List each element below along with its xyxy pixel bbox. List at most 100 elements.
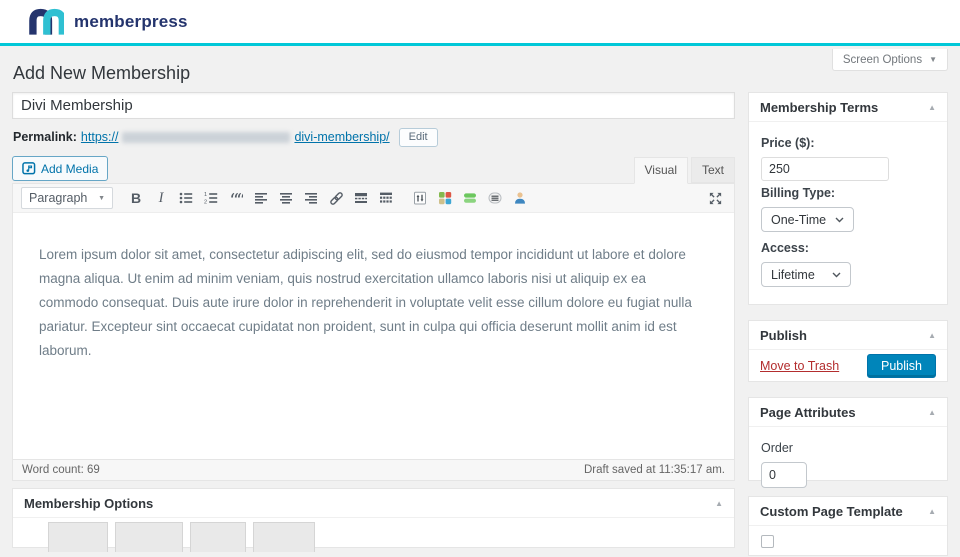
page-attributes-header[interactable]: Page Attributes ▲ xyxy=(749,398,947,427)
page-attributes-title: Page Attributes xyxy=(760,404,856,420)
editor-mode-tabs: Visual Text xyxy=(12,157,735,184)
permalink-slug[interactable]: divi-membership/ xyxy=(294,130,389,144)
italic-button[interactable]: I xyxy=(150,187,172,209)
membership-options-title: Membership Options xyxy=(24,495,154,511)
bullet-list-button[interactable] xyxy=(175,187,197,209)
billing-type-label: Billing Type: xyxy=(761,186,836,200)
collapse-icon[interactable]: ▲ xyxy=(928,507,936,516)
collapse-icon[interactable]: ▲ xyxy=(715,499,723,508)
access-select[interactable]: Lifetime xyxy=(761,262,851,287)
move-to-trash-link[interactable]: Move to Trash xyxy=(760,359,839,373)
custom-page-template-header[interactable]: Custom Page Template ▲ xyxy=(749,497,947,526)
bullet-list-icon xyxy=(179,192,193,204)
italic-icon: I xyxy=(158,189,164,206)
membership-options-tab[interactable] xyxy=(48,522,108,552)
chevron-down-icon xyxy=(835,217,844,222)
billing-type-value: One-Time xyxy=(771,212,827,227)
permalink-redacted-domain xyxy=(122,131,291,143)
membership-options-tab[interactable] xyxy=(253,522,315,552)
post-title-input[interactable] xyxy=(12,92,735,119)
user-icon xyxy=(515,192,525,204)
chevron-down-icon: ▼ xyxy=(929,55,937,64)
memberpress-shortcode-buttons xyxy=(409,187,531,209)
order-label: Order xyxy=(761,441,793,455)
list-lines-icon xyxy=(488,192,502,204)
access-value: Lifetime xyxy=(771,267,815,282)
paragraph-format-dropdown[interactable]: Paragraph ▼ xyxy=(21,187,113,209)
word-count: Word count: 69 xyxy=(22,464,100,476)
insert-more-tag-button[interactable] xyxy=(350,187,372,209)
screen-options-button[interactable]: Screen Options ▼ xyxy=(831,49,948,71)
chevron-down-icon xyxy=(832,272,841,277)
account-links-button[interactable] xyxy=(484,187,506,209)
permalink-url-prefix[interactable]: https:// xyxy=(81,130,119,144)
group-pricing-button[interactable] xyxy=(459,187,481,209)
svg-text:1: 1 xyxy=(204,192,207,198)
chevron-down-icon: ▼ xyxy=(98,194,105,202)
svg-text:2: 2 xyxy=(204,200,207,206)
bold-icon: B xyxy=(130,190,142,206)
membership-options-tabs xyxy=(13,522,734,552)
billing-type-select[interactable]: One-Time xyxy=(761,207,855,232)
insert-link-button[interactable] xyxy=(325,187,347,209)
tab-visual[interactable]: Visual xyxy=(633,157,688,184)
memberpress-m-icon xyxy=(29,8,64,35)
editor-paragraph: Lorem ipsum dolor sit amet, consectetur … xyxy=(39,247,692,359)
page-title: Add New Membership xyxy=(13,63,191,83)
membership-terms-header[interactable]: Membership Terms ▲ xyxy=(749,93,947,122)
membership-options-panel: Membership Options ▲ xyxy=(12,488,735,552)
toolbar-toggle-button[interactable] xyxy=(375,187,397,209)
paragraph-format-label: Paragraph xyxy=(29,191,88,205)
read-more-icon xyxy=(355,193,367,203)
align-right-button[interactable] xyxy=(300,187,322,209)
align-center-button[interactable] xyxy=(275,187,297,209)
custom-page-template-title: Custom Page Template xyxy=(760,503,903,519)
custom-template-checkbox[interactable] xyxy=(761,535,774,548)
publish-header[interactable]: Publish ▲ xyxy=(749,321,947,350)
numbered-list-icon: 1 2 xyxy=(204,192,218,206)
publish-button[interactable]: Publish xyxy=(867,353,936,378)
publish-panel: Publish ▲ Move to Trash Publish xyxy=(748,320,948,382)
collapse-icon[interactable]: ▲ xyxy=(928,331,936,340)
align-left-icon xyxy=(255,193,267,204)
blockquote-button[interactable]: ““ xyxy=(225,187,247,209)
membership-options-tab[interactable] xyxy=(190,522,246,552)
app-header: memberpress xyxy=(0,0,960,46)
access-label: Access: xyxy=(761,241,809,255)
content-editor: Paragraph ▼ B I 1 2 ““ Lorem ipsum dolor… xyxy=(12,183,735,481)
membership-blocks-button[interactable] xyxy=(434,187,456,209)
publish-title: Publish xyxy=(760,327,807,343)
collapse-icon[interactable]: ▲ xyxy=(928,408,936,417)
fullscreen-icon xyxy=(709,192,721,204)
numbered-list-button[interactable]: 1 2 xyxy=(200,187,222,209)
link-icon xyxy=(329,191,343,205)
pricing-table-button[interactable] xyxy=(409,187,431,209)
editor-toolbar: Paragraph ▼ B I 1 2 ““ xyxy=(13,184,734,213)
blockquote-icon: ““ xyxy=(229,191,243,205)
page-attributes-panel: Page Attributes ▲ Order xyxy=(748,397,948,488)
membership-options-tab[interactable] xyxy=(115,522,183,552)
memberpress-logo: memberpress xyxy=(28,8,188,35)
fullscreen-button[interactable] xyxy=(704,187,726,209)
membership-options-header[interactable]: Membership Options ▲ xyxy=(13,489,734,518)
price-input[interactable] xyxy=(761,157,889,181)
draft-saved-status: Draft saved at 11:35:17 am. xyxy=(583,464,725,476)
order-input[interactable] xyxy=(761,462,807,488)
align-center-icon xyxy=(280,193,292,204)
colored-blocks-icon xyxy=(439,192,452,205)
edit-permalink-button[interactable]: Edit xyxy=(398,127,438,147)
collapse-icon[interactable]: ▲ xyxy=(928,103,936,112)
align-left-button[interactable] xyxy=(250,187,272,209)
permalink: Permalink: https:// divi-membership/ Edi… xyxy=(13,127,438,147)
bold-button[interactable]: B xyxy=(125,187,147,209)
screen-options-label: Screen Options xyxy=(842,53,923,66)
custom-page-template-panel: Custom Page Template ▲ xyxy=(748,496,948,556)
editor-content-area[interactable]: Lorem ipsum dolor sit amet, consectetur … xyxy=(13,213,734,459)
editor-statusbar: Word count: 69 Draft saved at 11:35:17 a… xyxy=(13,459,734,480)
tab-text[interactable]: Text xyxy=(690,157,735,183)
membership-terms-title: Membership Terms xyxy=(760,99,879,115)
permalink-label: Permalink: xyxy=(13,130,77,144)
user-info-button[interactable] xyxy=(509,187,531,209)
pricing-table-icon xyxy=(414,191,426,205)
align-right-icon xyxy=(305,193,317,204)
